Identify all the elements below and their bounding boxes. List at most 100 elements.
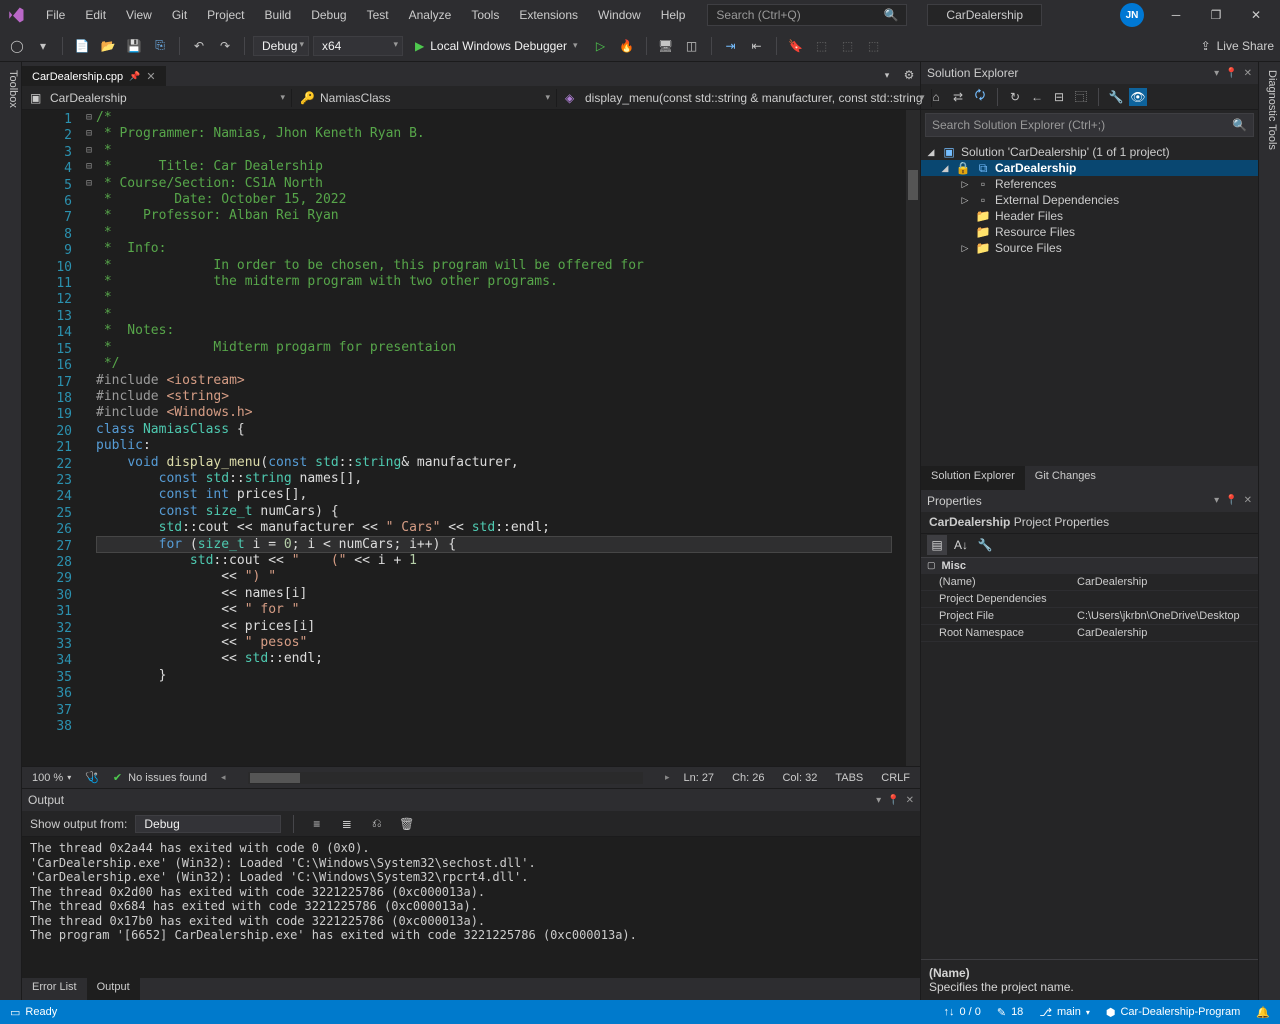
se-tab-git-changes[interactable]: Git Changes bbox=[1025, 466, 1106, 490]
tree-node-header-files[interactable]: 📁Header Files bbox=[921, 208, 1258, 224]
se-back-icon[interactable]: ← bbox=[1028, 88, 1046, 106]
menu-build[interactable]: Build bbox=[255, 4, 302, 26]
tree-node-external-dependencies[interactable]: ▷▫External Dependencies bbox=[921, 192, 1258, 208]
se-switch-icon[interactable]: ⇄ bbox=[949, 88, 967, 106]
file-tab-active[interactable]: CarDealership.cpp 📌 ✕ bbox=[22, 66, 166, 86]
status-branch[interactable]: ⎇ main ▾ bbox=[1039, 1006, 1090, 1019]
step-icon[interactable]: ⇥ bbox=[720, 35, 742, 57]
output-btn2[interactable]: ≣ bbox=[336, 813, 358, 835]
se-sync-icon[interactable]: 🗘 bbox=[971, 88, 989, 106]
se-tab-solution-explorer[interactable]: Solution Explorer bbox=[921, 466, 1025, 490]
menu-edit[interactable]: Edit bbox=[75, 4, 116, 26]
tree-node-resource-files[interactable]: 📁Resource Files bbox=[921, 224, 1258, 240]
props-wrench-icon[interactable]: 🔧 bbox=[975, 535, 995, 555]
se-drop-icon[interactable]: ▾ bbox=[1214, 68, 1219, 79]
menu-help[interactable]: Help bbox=[651, 4, 696, 26]
props-drop-icon[interactable]: ▾ bbox=[1214, 495, 1219, 506]
se-collapse-icon[interactable]: ⊟ bbox=[1050, 88, 1068, 106]
config-dropdown[interactable]: Debug bbox=[253, 36, 309, 56]
output-text[interactable]: The thread 0x2a44 has exited with code 0… bbox=[22, 837, 920, 978]
props-row[interactable]: Project FileC:\Users\jkrbn\OneDrive\Desk… bbox=[921, 608, 1258, 625]
start-without-debug-icon[interactable]: ▷ bbox=[590, 35, 612, 57]
tree-solution[interactable]: ◢ ▣ Solution 'CarDealership' (1 of 1 pro… bbox=[921, 144, 1258, 160]
menu-project[interactable]: Project bbox=[197, 4, 254, 26]
status-repo[interactable]: ⬢ Car-Dealership-Program bbox=[1106, 1006, 1240, 1019]
browser-icon[interactable]: 🖥 bbox=[655, 35, 677, 57]
nav-class-dropdown[interactable]: 🔑 NamiasClass bbox=[292, 89, 557, 107]
bookmark-clear-icon[interactable]: ⬚ bbox=[863, 35, 885, 57]
menu-window[interactable]: Window bbox=[588, 4, 651, 26]
nav-fwd-button[interactable]: ▾ bbox=[32, 35, 54, 57]
tree-node-source-files[interactable]: ▷📁Source Files bbox=[921, 240, 1258, 256]
tree-node-references[interactable]: ▷▫References bbox=[921, 176, 1258, 192]
menu-analyze[interactable]: Analyze bbox=[399, 4, 462, 26]
health-icon[interactable]: 🩺 bbox=[85, 771, 99, 784]
status-col[interactable]: Col: 32 bbox=[782, 772, 817, 784]
window-icon[interactable]: ◫ bbox=[681, 35, 703, 57]
output-btn3[interactable]: ⎌ bbox=[366, 813, 388, 835]
props-close-icon[interactable]: ✕ bbox=[1244, 495, 1252, 506]
props-row[interactable]: (Name)CarDealership bbox=[921, 574, 1258, 591]
props-pin-icon[interactable]: 📍 bbox=[1225, 495, 1237, 506]
output-btn4[interactable]: 🗑 bbox=[396, 813, 418, 835]
menu-extensions[interactable]: Extensions bbox=[509, 4, 588, 26]
se-properties-icon[interactable]: 🔧 bbox=[1107, 88, 1125, 106]
se-close-icon[interactable]: ✕ bbox=[1244, 68, 1252, 79]
live-share-button[interactable]: ⇪ Live Share bbox=[1201, 39, 1274, 53]
props-category[interactable]: ▢ Misc bbox=[921, 558, 1258, 574]
se-preview-icon[interactable]: 👁 bbox=[1129, 88, 1147, 106]
editor-vscroll[interactable] bbox=[906, 110, 920, 766]
bookmark-prev-icon[interactable]: ⬚ bbox=[811, 35, 833, 57]
search-input[interactable]: Search (Ctrl+Q) 🔍 bbox=[707, 4, 907, 26]
bookmark-next-icon[interactable]: ⬚ bbox=[837, 35, 859, 57]
status-bell[interactable]: 🔔 bbox=[1256, 1006, 1270, 1019]
save-icon[interactable]: 💾 bbox=[123, 35, 145, 57]
diagnostics-strip[interactable]: Diagnostic Tools bbox=[1258, 62, 1280, 1000]
tree-project[interactable]: ◢ 🔒 ⧉ CarDealership bbox=[921, 160, 1258, 176]
properties-subject[interactable]: CarDealership Project Properties bbox=[921, 512, 1258, 534]
status-tabs[interactable]: TABS bbox=[835, 772, 863, 784]
status-crlf[interactable]: CRLF bbox=[881, 772, 910, 784]
user-avatar[interactable]: JN bbox=[1120, 3, 1144, 27]
bottom-tab-output[interactable]: Output bbox=[87, 978, 140, 1000]
redo-icon[interactable]: ↷ bbox=[214, 35, 236, 57]
props-row[interactable]: Project Dependencies bbox=[921, 591, 1258, 608]
bookmark-icon[interactable]: 🔖 bbox=[785, 35, 807, 57]
status-char[interactable]: Ch: 26 bbox=[732, 772, 764, 784]
output-close-icon[interactable]: ✕ bbox=[906, 795, 914, 806]
issues-indicator[interactable]: ✔ No issues found bbox=[113, 771, 207, 784]
maximize-button[interactable]: ❐ bbox=[1196, 1, 1236, 29]
output-pin-icon[interactable]: 📍 bbox=[887, 795, 899, 806]
menu-file[interactable]: File bbox=[36, 4, 75, 26]
bottom-tab-error-list[interactable]: Error List bbox=[22, 978, 87, 1000]
props-az-icon[interactable]: A↓ bbox=[951, 535, 971, 555]
solution-name-label[interactable]: CarDealership bbox=[927, 4, 1042, 26]
undo-icon[interactable]: ↶ bbox=[188, 35, 210, 57]
open-icon[interactable]: 📂 bbox=[97, 35, 119, 57]
zoom-dropdown[interactable]: 100 % ▾ bbox=[32, 772, 71, 784]
platform-dropdown[interactable]: x64 bbox=[313, 36, 403, 56]
minimize-button[interactable]: ─ bbox=[1156, 1, 1196, 29]
fold-column[interactable]: ⊟⊟⊟⊟⊟ bbox=[82, 110, 96, 766]
code-content[interactable]: /* * Programmer: Namias, Jhon Keneth Rya… bbox=[96, 110, 906, 766]
status-line[interactable]: Ln: 27 bbox=[683, 772, 714, 784]
save-all-icon[interactable]: ⎘ bbox=[149, 35, 171, 57]
tabs-settings-icon[interactable]: ⚙ bbox=[898, 64, 920, 86]
menu-debug[interactable]: Debug bbox=[301, 4, 356, 26]
close-button[interactable]: ✕ bbox=[1236, 1, 1276, 29]
menu-git[interactable]: Git bbox=[162, 4, 197, 26]
solution-tree[interactable]: ◢ ▣ Solution 'CarDealership' (1 of 1 pro… bbox=[921, 140, 1258, 466]
new-project-icon[interactable]: 📄 bbox=[71, 35, 93, 57]
status-errors[interactable]: ↑↓ 0 / 0 bbox=[943, 1006, 980, 1018]
se-search-input[interactable]: Search Solution Explorer (Ctrl+;) 🔍 bbox=[925, 113, 1254, 137]
pin-icon[interactable]: 📌 bbox=[129, 71, 140, 82]
tabs-dropdown-icon[interactable]: ▾ bbox=[876, 64, 898, 86]
menu-test[interactable]: Test bbox=[357, 4, 399, 26]
se-showall-icon[interactable]: ⿹ bbox=[1072, 88, 1090, 106]
output-dropdown-icon[interactable]: ▾ bbox=[876, 795, 881, 806]
se-refresh-icon[interactable]: ↻ bbox=[1006, 88, 1024, 106]
menu-view[interactable]: View bbox=[116, 4, 162, 26]
nav-func-dropdown[interactable]: ◈ display_menu(const std::string & manuf… bbox=[557, 89, 932, 107]
status-changes[interactable]: ✎ 18 bbox=[997, 1006, 1023, 1019]
toolbox-strip[interactable]: Toolbox bbox=[0, 62, 22, 1000]
